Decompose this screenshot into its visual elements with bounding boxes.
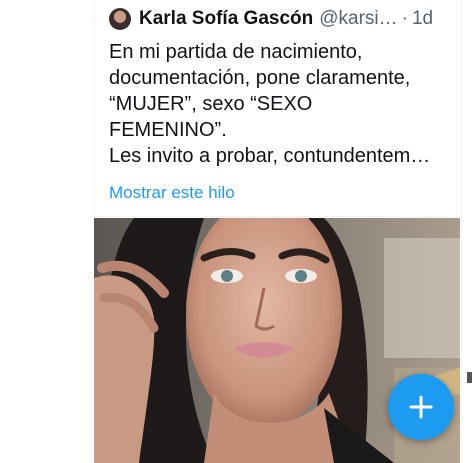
compose-button[interactable]	[388, 374, 454, 440]
page: Karla Sofía Gascón @karsi… · 1d En mi pa…	[0, 0, 474, 463]
user-handle[interactable]: @karsi…	[319, 8, 397, 30]
show-thread-link[interactable]: Mostrar este hilo	[109, 183, 235, 203]
avatar[interactable]	[109, 8, 131, 30]
scrollbar-thumb[interactable]	[467, 372, 472, 383]
tweet-timestamp[interactable]: 1d	[412, 8, 433, 30]
tweet-text: En mi partida de nacimiento, documentaci…	[109, 41, 431, 167]
divider	[95, 216, 461, 217]
separator-dot: ·	[401, 8, 408, 29]
display-name[interactable]: Karla Sofía Gascón	[139, 8, 313, 30]
plus-icon	[409, 395, 433, 419]
tweet-header: Karla Sofía Gascón @karsi… · 1d	[109, 6, 455, 32]
